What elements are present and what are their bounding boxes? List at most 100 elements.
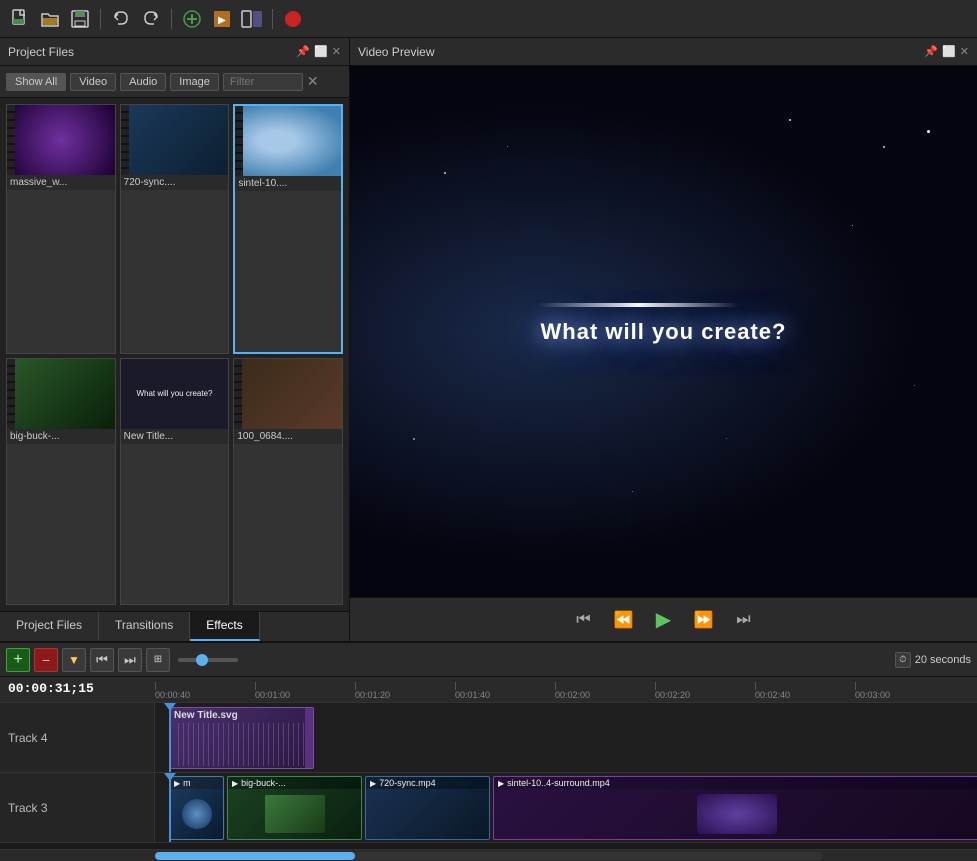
clip-label: big-buck-...: [241, 778, 286, 788]
filmstrip-overlay: [7, 359, 15, 429]
video-icon: ▶: [232, 779, 238, 788]
jump-start-tl-button[interactable]: ⏮: [90, 648, 114, 672]
filter-bar: Show All Video Audio Image ✕: [0, 66, 349, 98]
list-item[interactable]: ▶ sintel-10..4-surround.mp4: [493, 776, 977, 840]
project-files-header: Project Files 📌 ⬜ ✕: [0, 38, 349, 66]
pin-icon[interactable]: 📌: [296, 45, 310, 58]
clip-thumbnail: [228, 789, 361, 839]
clip-label: sintel-10..4-surround.mp4: [507, 778, 610, 788]
clip-header: ▶ 720-sync.mp4: [366, 777, 489, 789]
playhead: [169, 703, 171, 772]
playhead: [169, 773, 171, 842]
ruler-mark: 00:00:40: [155, 682, 255, 700]
clip-waveform: [174, 723, 309, 766]
export-icon[interactable]: ▶: [210, 7, 234, 31]
ruler-mark: 00:02:40: [755, 682, 855, 700]
float-icon[interactable]: ⬜: [942, 45, 956, 58]
list-item[interactable]: massive_w...: [6, 104, 116, 354]
list-item[interactable]: What will you create? New Title...: [120, 358, 230, 606]
video-icon: ▶: [498, 779, 504, 788]
video-filter-button[interactable]: Video: [70, 73, 116, 91]
save-icon[interactable]: [68, 7, 92, 31]
jump-end-button[interactable]: ⏭: [730, 606, 758, 634]
ruler-mark: 00:01:40: [455, 682, 555, 700]
list-item[interactable]: New Title.svg: [169, 707, 314, 769]
thumbnail: [7, 359, 115, 429]
clip-header: ▶ big-buck-...: [228, 777, 361, 789]
tab-project-files[interactable]: Project Files: [0, 612, 99, 641]
fast-forward-button[interactable]: ⏩: [690, 606, 718, 634]
filmstrip-overlay: [7, 105, 15, 175]
insert-mode-button[interactable]: ⊞: [146, 648, 170, 672]
redo-icon[interactable]: [139, 7, 163, 31]
scroll-track[interactable]: [155, 852, 822, 860]
pin-icon[interactable]: 📌: [924, 45, 938, 58]
clip-header: ▶ m: [170, 777, 223, 789]
ruler-mark: 00:02:20: [655, 682, 755, 700]
header-controls: 📌 ⬜ ✕: [296, 45, 341, 58]
add-track-button[interactable]: +: [6, 648, 30, 672]
filmstrip-overlay: [235, 106, 243, 176]
timeline-timecode: 00:00:31;15: [8, 681, 94, 696]
list-item[interactable]: sintel-10....: [233, 104, 343, 354]
properties-icon[interactable]: [240, 7, 264, 31]
list-item[interactable]: ▶ m: [169, 776, 224, 840]
jump-start-button[interactable]: ⏮: [570, 606, 598, 634]
undo-icon[interactable]: [109, 7, 133, 31]
media-label: 720-sync....: [121, 175, 229, 190]
video-preview-title: Video Preview: [358, 45, 435, 59]
list-item[interactable]: ▶ 720-sync.mp4: [365, 776, 490, 840]
show-all-button[interactable]: Show All: [6, 73, 66, 91]
clip-label: m: [183, 778, 191, 788]
video-canvas: What will you create?: [350, 66, 977, 597]
seconds-display: ⏱ 20 seconds: [895, 652, 971, 668]
rewind-button[interactable]: ⏪: [610, 606, 638, 634]
scroll-thumb[interactable]: [155, 852, 355, 860]
media-label: 100_0684....: [234, 429, 342, 444]
jump-end-tl-button[interactable]: ⏭: [118, 648, 142, 672]
ruler-mark: 00:01:20: [355, 682, 455, 700]
list-item[interactable]: 100_0684....: [233, 358, 343, 606]
ruler-mark: 00:03:00: [855, 682, 955, 700]
thumbnail: [7, 105, 115, 175]
list-item[interactable]: big-buck-...: [6, 358, 116, 606]
filter-clear-icon[interactable]: ✕: [307, 73, 319, 90]
video-preview-header: Video Preview 📌 ⬜ ✕: [350, 38, 977, 66]
table-row: Track 4 New Title.svg: [0, 703, 977, 773]
list-item[interactable]: 720-sync....: [120, 104, 230, 354]
table-row: Track 3 ▶ m ▶: [0, 773, 977, 843]
timeline-ruler: 00:00:31;15 00:00:40 00:01:00 00:01:20 0…: [0, 677, 977, 703]
tab-effects[interactable]: Effects: [190, 612, 259, 641]
clip-end-handle[interactable]: [305, 708, 313, 768]
float-icon[interactable]: ⬜: [314, 45, 328, 58]
video-glow-effect: [538, 303, 738, 307]
remove-track-button[interactable]: −: [34, 648, 58, 672]
clip-header: ▶ sintel-10..4-surround.mp4: [494, 777, 977, 789]
new-file-icon[interactable]: [8, 7, 32, 31]
add-media-icon[interactable]: [180, 7, 204, 31]
ruler-mark: 00:01:00: [255, 682, 355, 700]
media-grid: massive_w... 720-sync.... sintel-10.... …: [0, 98, 349, 611]
audio-filter-button[interactable]: Audio: [120, 73, 166, 91]
tab-transitions[interactable]: Transitions: [99, 612, 190, 641]
record-icon[interactable]: [281, 7, 305, 31]
close-icon[interactable]: ✕: [960, 45, 969, 58]
preview-header-controls: 📌 ⬜ ✕: [924, 45, 969, 58]
dropdown-button[interactable]: ▼: [62, 648, 86, 672]
filmstrip-overlay: [234, 359, 242, 429]
image-filter-button[interactable]: Image: [170, 73, 219, 91]
project-files-title: Project Files: [8, 45, 74, 59]
play-button[interactable]: ▶: [650, 606, 678, 634]
svg-text:▶: ▶: [218, 15, 226, 26]
toolbar-separator-3: [272, 9, 273, 29]
open-folder-icon[interactable]: [38, 7, 62, 31]
toolbar-separator-2: [171, 9, 172, 29]
zoom-thumb[interactable]: [196, 654, 208, 666]
list-item[interactable]: ▶ big-buck-...: [227, 776, 362, 840]
bottom-tabs: Project Files Transitions Effects: [0, 611, 349, 641]
playhead-arrow: [164, 703, 176, 711]
filmstrip-overlay: [121, 105, 129, 175]
close-icon[interactable]: ✕: [332, 45, 341, 58]
filter-input[interactable]: [223, 73, 303, 91]
zoom-track[interactable]: [178, 658, 238, 662]
